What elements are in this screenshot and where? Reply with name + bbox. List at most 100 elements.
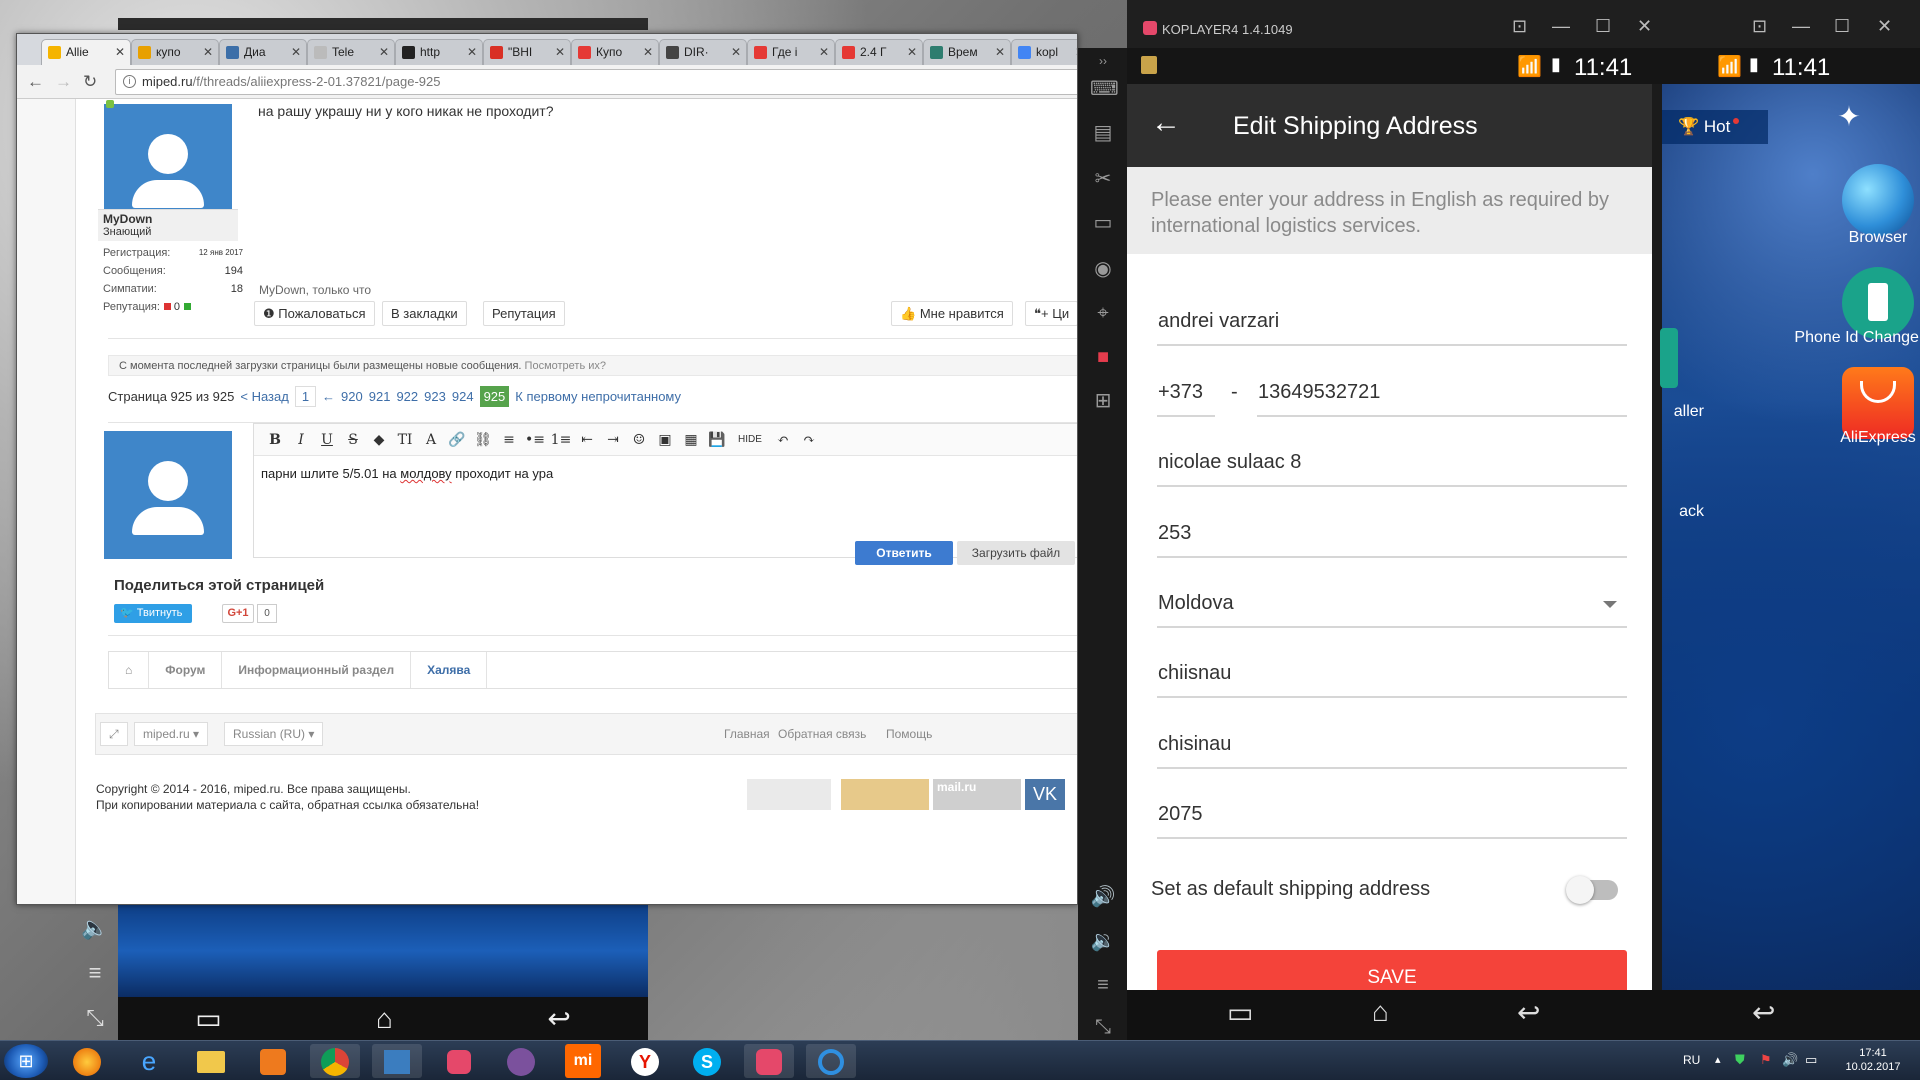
undo-icon[interactable]: ↶ bbox=[770, 432, 796, 448]
recent-apps-icon[interactable]: ▭ bbox=[1227, 996, 1253, 1029]
mi-icon[interactable]: mi bbox=[565, 1044, 601, 1078]
bullet-list-icon[interactable]: •≡ bbox=[522, 432, 548, 448]
smiley-icon[interactable]: ☺ bbox=[626, 432, 652, 448]
language-indicator[interactable]: RU bbox=[1683, 1053, 1700, 1067]
like-button[interactable]: 👍 Мне нравится bbox=[891, 301, 1013, 326]
volume-icon[interactable]: 🔊 bbox=[1782, 1052, 1798, 1068]
breadcrumb-info-section[interactable]: Информационный раздел bbox=[222, 652, 412, 688]
strikethrough-icon[interactable]: S bbox=[340, 432, 366, 448]
tab-dir[interactable]: DIR· ✕ bbox=[659, 39, 747, 65]
counter-badge[interactable] bbox=[747, 779, 831, 810]
koplayer-taskbar-icon[interactable] bbox=[434, 1044, 484, 1078]
home-icon[interactable]: ⌂ bbox=[109, 652, 150, 688]
expand-icon[interactable]: ⤢ bbox=[100, 722, 128, 746]
upload-file-button[interactable]: Загрузить файл bbox=[957, 541, 1075, 565]
page-link[interactable]: 921 bbox=[369, 389, 391, 404]
page-link-first[interactable]: 1 bbox=[294, 386, 317, 407]
clock[interactable]: 17:41 10.02.2017 bbox=[1838, 1046, 1908, 1074]
tray-expand-icon[interactable]: ▴ bbox=[1715, 1053, 1721, 1066]
breadcrumb-forum[interactable]: Форум bbox=[149, 652, 223, 688]
link-icon[interactable]: 🔗 bbox=[444, 432, 470, 448]
mailru-badge[interactable]: mail.ru bbox=[933, 779, 1021, 810]
align-icon[interactable]: ≡ bbox=[496, 432, 522, 448]
prev-page-link[interactable]: < Назад bbox=[240, 389, 288, 404]
bold-icon[interactable]: B bbox=[262, 432, 288, 448]
minimize-icon[interactable]: — bbox=[1552, 16, 1570, 37]
menu-icon[interactable]: ≡ bbox=[1090, 972, 1116, 998]
close-icon[interactable]: ✕ bbox=[643, 40, 653, 64]
font-size-icon[interactable]: TI bbox=[392, 432, 418, 448]
camera-icon[interactable]: ◉ bbox=[1090, 256, 1116, 282]
username[interactable]: MyDown bbox=[103, 212, 243, 226]
reload-icon[interactable]: ↻ bbox=[83, 72, 97, 92]
hide-button[interactable]: HIDE bbox=[730, 434, 770, 445]
viber-icon[interactable] bbox=[496, 1044, 546, 1078]
reputation-button[interactable]: Репутация bbox=[483, 301, 565, 326]
close-icon[interactable]: ✕ bbox=[731, 40, 741, 64]
start-button[interactable]: ⊞ bbox=[4, 1044, 48, 1078]
forward-arrow-icon[interactable]: → bbox=[55, 72, 72, 92]
back-icon[interactable]: ↩ bbox=[1752, 996, 1775, 1029]
screen-icon[interactable]: ▤ bbox=[1090, 120, 1116, 146]
recent-apps-icon[interactable]: ▭ bbox=[195, 1002, 221, 1035]
fullscreen-icon[interactable]: ⤡ bbox=[1090, 1014, 1116, 1040]
tab-dia[interactable]: Диа ✕ bbox=[219, 39, 307, 65]
security-icon[interactable]: ⛊ bbox=[1735, 1052, 1745, 1068]
location-icon[interactable]: ⌖ bbox=[1090, 300, 1116, 326]
first-unread-link[interactable]: К первому непрочитанному bbox=[515, 389, 681, 404]
explorer-icon[interactable] bbox=[186, 1044, 236, 1078]
image-icon[interactable]: ▣ bbox=[652, 432, 678, 448]
close-icon[interactable]: ✕ bbox=[995, 40, 1005, 64]
volume-up-icon[interactable]: 🔊 bbox=[1090, 884, 1116, 910]
maximize-icon[interactable]: ☐ bbox=[1834, 16, 1850, 37]
page-link[interactable]: 923 bbox=[424, 389, 446, 404]
back-icon[interactable]: ↩ bbox=[1517, 996, 1540, 1029]
koplayer-app-icon[interactable] bbox=[744, 1044, 794, 1078]
close-icon[interactable]: ✕ bbox=[907, 40, 917, 64]
home-icon[interactable]: ⌂ bbox=[1372, 996, 1389, 1028]
reply-button[interactable]: Ответить bbox=[855, 541, 953, 565]
page-link[interactable]: 924 bbox=[452, 389, 474, 404]
street-field[interactable]: nicolae sulaac 8 bbox=[1157, 443, 1627, 487]
url-input[interactable]: i miped.ru/f/threads/aliiexpress-2-01.37… bbox=[115, 69, 1077, 95]
home-icon[interactable]: ⌂ bbox=[376, 1003, 393, 1035]
tab-youtube-kupo[interactable]: Купо ✕ bbox=[571, 39, 659, 65]
phone-code-field[interactable]: +373 bbox=[1157, 373, 1215, 417]
menu-icon[interactable]: ≡ bbox=[75, 960, 115, 1005]
keyboard-icon[interactable]: ⌨ bbox=[1090, 76, 1119, 102]
footer-feedback-link[interactable]: Обратная связь bbox=[778, 727, 866, 741]
back-icon[interactable]: ↩ bbox=[547, 1002, 570, 1035]
city-field[interactable]: chisinau bbox=[1157, 725, 1627, 769]
close-icon[interactable]: ✕ bbox=[467, 40, 477, 64]
save-draft-icon[interactable]: 💾 bbox=[704, 432, 730, 448]
close-icon[interactable]: ✕ bbox=[291, 40, 301, 64]
color-icon[interactable]: ◆ bbox=[366, 432, 392, 448]
tab-vrem[interactable]: Врем ✕ bbox=[923, 39, 1011, 65]
tab-tele[interactable]: Tele ✕ bbox=[307, 39, 395, 65]
reply-avatar[interactable] bbox=[104, 431, 232, 559]
view-new-posts-link[interactable]: Посмотреть их? bbox=[525, 360, 606, 372]
record-icon[interactable]: ■ bbox=[1090, 344, 1116, 370]
phone-field[interactable]: 13649532721 bbox=[1257, 373, 1627, 417]
flag-icon[interactable]: ⚑ bbox=[1760, 1052, 1772, 1068]
volume-down-icon[interactable]: 🔉 bbox=[1090, 928, 1116, 954]
info-icon[interactable]: i bbox=[123, 75, 136, 88]
footer-home-link[interactable]: Главная bbox=[724, 727, 770, 741]
volume-down-icon[interactable]: 🔈 bbox=[75, 915, 115, 960]
restore-small-icon[interactable]: ⊡ bbox=[1512, 16, 1527, 37]
name-field[interactable]: andrei varzari bbox=[1157, 302, 1627, 346]
restore-small-icon[interactable]: ⊡ bbox=[1752, 16, 1767, 37]
page-skip-link[interactable]: ← bbox=[322, 389, 335, 404]
vpn-icon[interactable] bbox=[806, 1044, 856, 1078]
default-address-toggle[interactable] bbox=[1566, 876, 1618, 904]
tab-24[interactable]: 2.4 Г ✕ bbox=[835, 39, 923, 65]
close-icon[interactable]: ✕ bbox=[1637, 16, 1652, 37]
tab-http[interactable]: http ✕ bbox=[395, 39, 483, 65]
close-icon[interactable]: ✕ bbox=[379, 40, 389, 64]
skype-icon[interactable]: S bbox=[682, 1044, 732, 1078]
bookmark-button[interactable]: В закладки bbox=[382, 301, 467, 326]
tab-youtube-gde[interactable]: Где і ✕ bbox=[747, 39, 835, 65]
save-button[interactable]: SAVE bbox=[1157, 950, 1627, 990]
underline-icon[interactable]: U bbox=[314, 432, 340, 448]
close-icon[interactable]: ✕ bbox=[115, 40, 125, 64]
